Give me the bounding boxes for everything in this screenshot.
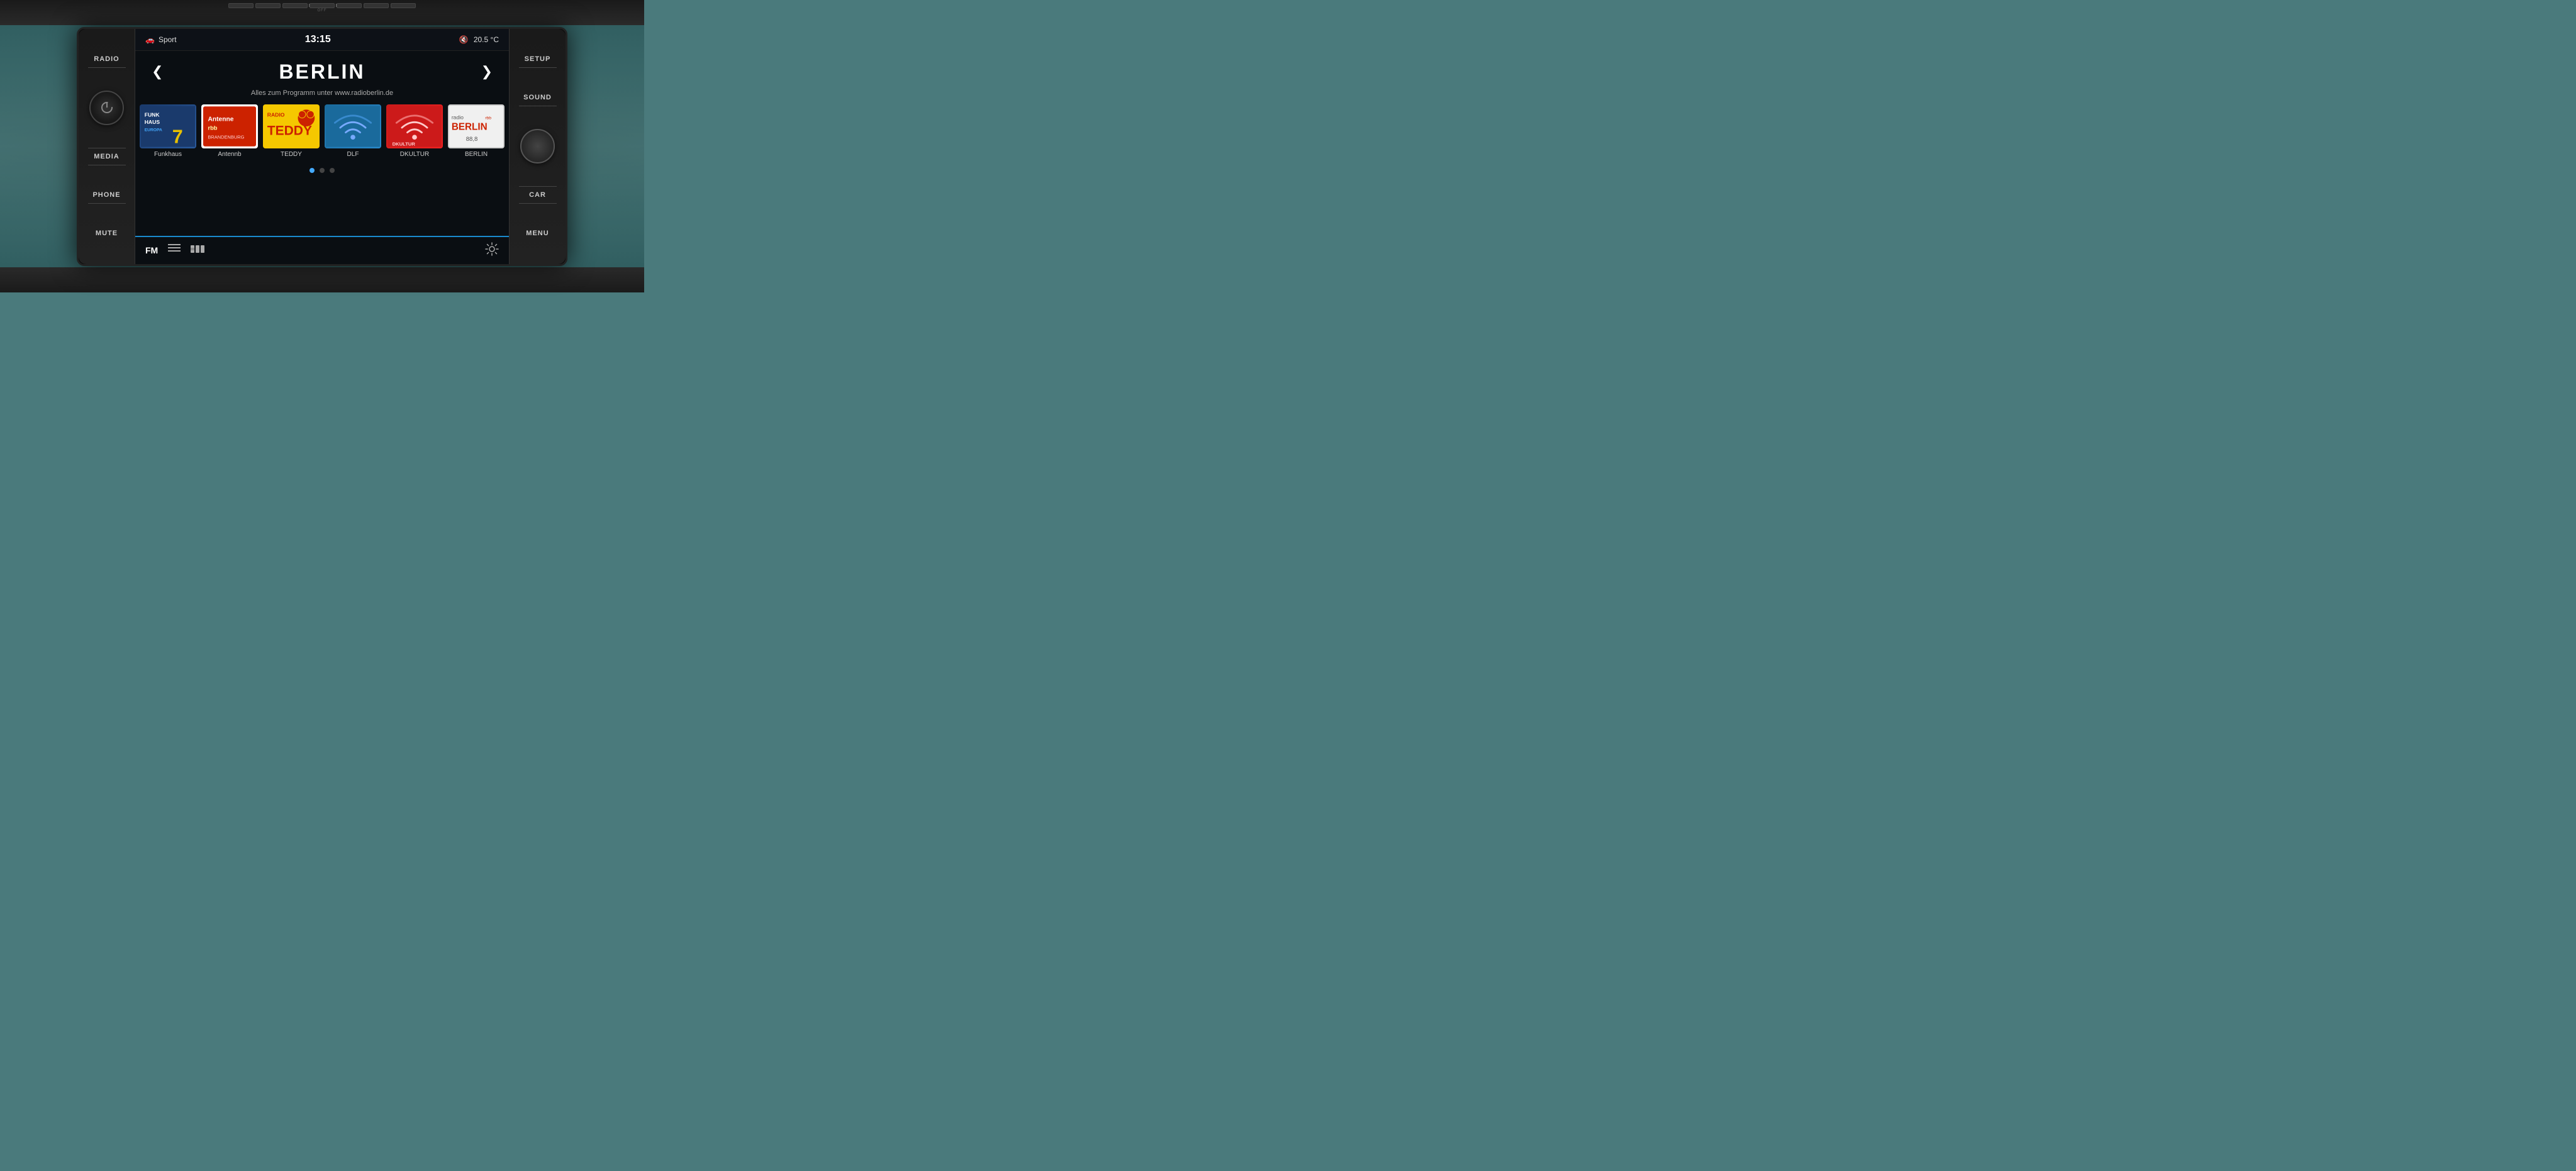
temperature: 20.5 °C [474,35,499,44]
svg-text:radio: radio [452,114,464,120]
svg-text:BRANDENBURG: BRANDENBURG [208,134,244,140]
status-right: 🔇 20.5 °C [459,35,499,44]
svg-text:7: 7 [172,126,183,147]
dlf-label: DLF [347,151,359,158]
volume-knob[interactable] [520,129,555,164]
dot-1[interactable] [309,168,315,173]
prev-station-button[interactable]: ❮ [145,60,169,83]
station-title-row: ❮ BERLIN ❯ [135,57,509,87]
station-tile-dkultur[interactable]: DKULTUR DKULTUR [386,104,443,158]
radio-button[interactable]: RADIO [88,52,126,69]
phone-button[interactable]: PHONE [88,188,126,205]
setup-button[interactable]: SETUP [519,52,557,69]
sound-button[interactable]: SOUND [519,91,557,108]
media-button[interactable]: MEDIA [88,147,126,167]
station-tile-teddy[interactable]: RADIO TEDDY TEDDY [263,104,320,158]
airbag-status: OFF [318,9,327,13]
current-station-name: BERLIN [169,60,474,84]
svg-text:BERLIN: BERLIN [452,121,488,132]
drive-mode: Sport [159,35,177,44]
svg-text:rbb: rbb [208,125,217,131]
svg-text:Antenne: Antenne [208,116,233,123]
svg-text:DKULTUR: DKULTUR [393,141,416,147]
dot-2[interactable] [320,168,325,173]
volume-icon: 🔇 [459,35,469,44]
berlin-label: BERLIN [465,151,488,158]
station-tile-berlin[interactable]: radio BERLIN rbb 88,8 BERLIN [448,104,505,158]
status-left: 🚗 Sport [145,35,177,44]
dkultur-label: DKULTUR [400,151,429,158]
toolbar-left: FM [145,244,206,257]
top-vent [228,3,416,8]
mute-button[interactable]: MUTE [92,226,121,240]
svg-text:EUROPA: EUROPA [145,128,162,132]
clock: 13:15 [305,34,331,45]
status-bar: 🚗 Sport 13:15 🔇 20.5 °C [135,29,509,51]
bottom-dashboard-bar [0,267,644,292]
center-screen: 🚗 Sport 13:15 🔇 20.5 °C ❮ BERLIN ❯ [135,29,509,264]
fm-label[interactable]: FM [145,245,158,255]
infotainment-frame: RADIO MEDIA PHON [77,27,567,266]
svg-text:FUNK: FUNK [145,111,160,118]
car-button[interactable]: CAR [519,185,557,205]
svg-text:rbb: rbb [485,116,491,120]
station-tile-antenne[interactable]: Antenne rbb BRANDENBURG Antennb [201,104,258,158]
top-dashboard-bar: PASSENGER AIR BAG OFF [0,0,644,25]
pagination-dots [135,163,509,178]
teddy-label: TEDDY [281,151,302,158]
dot-3[interactable] [330,168,335,173]
power-button[interactable] [89,91,124,125]
svg-text:HAUS: HAUS [145,119,160,125]
next-station-button[interactable]: ❯ [475,60,499,83]
station-tile-funkhaus[interactable]: FUNK HAUS EUROPA 7 Funkhaus [140,104,196,158]
station-tile-dlf[interactable]: DLF [325,104,381,158]
station-tiles: FUNK HAUS EUROPA 7 Funkhaus [135,99,509,163]
list-view-button[interactable] [168,244,181,257]
station-subtitle: Alles zum Programm unter www.radioberlin… [135,87,509,99]
bottom-toolbar: FM [135,236,509,264]
svg-text:88,8: 88,8 [466,135,478,142]
car-icon: 🚗 [145,35,155,44]
settings-button[interactable] [485,242,499,259]
antenne-label: Antennb [218,151,241,158]
left-control-panel: RADIO MEDIA PHON [79,29,135,264]
main-content: ❮ BERLIN ❯ Alles zum Programm unter www.… [135,51,509,236]
menu-button[interactable]: MENU [523,226,552,240]
svg-text:RADIO: RADIO [267,111,285,118]
funkhaus-label: Funkhaus [154,151,182,158]
right-control-panel: SETUP SOUND CAR MENU [509,29,566,264]
station-list-button[interactable] [191,244,206,257]
